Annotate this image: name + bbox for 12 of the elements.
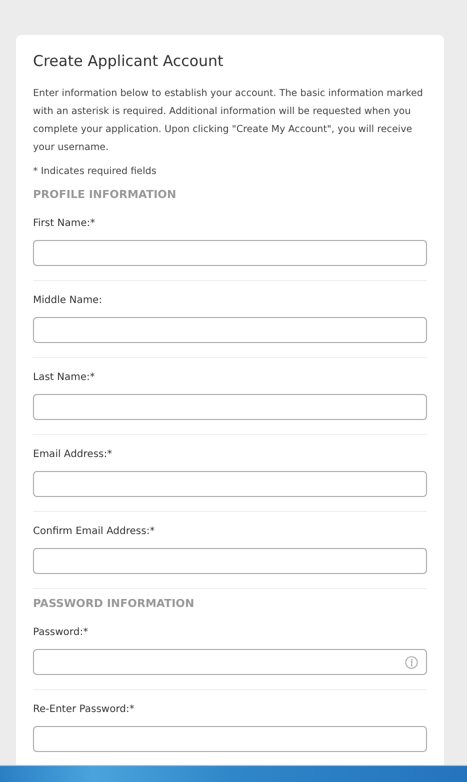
field-label: Re-Enter Password:* xyxy=(33,703,136,717)
intro-paragraph: Enter information below to establish your account. The basic information marked with an asterisk is required. Additional information will be requested when you complete your application. Upon clicking "Create My Account", you will receive your username. xyxy=(33,87,424,155)
required-note: * Indicates required fields xyxy=(33,165,158,179)
section-heading: PROFILE INFORMATION xyxy=(33,187,178,203)
page-title: Create Applicant Account xyxy=(33,51,224,72)
field-label: Password:* xyxy=(33,626,90,640)
field-label: Middle Name: xyxy=(33,294,104,308)
field-label: Email Address:* xyxy=(33,448,114,462)
section-heading: PASSWORD INFORMATION xyxy=(33,596,196,612)
field-label: First Name:* xyxy=(33,217,96,231)
field-label: Last Name:* xyxy=(33,371,96,385)
field-label: Confirm Email Address:* xyxy=(33,525,156,539)
